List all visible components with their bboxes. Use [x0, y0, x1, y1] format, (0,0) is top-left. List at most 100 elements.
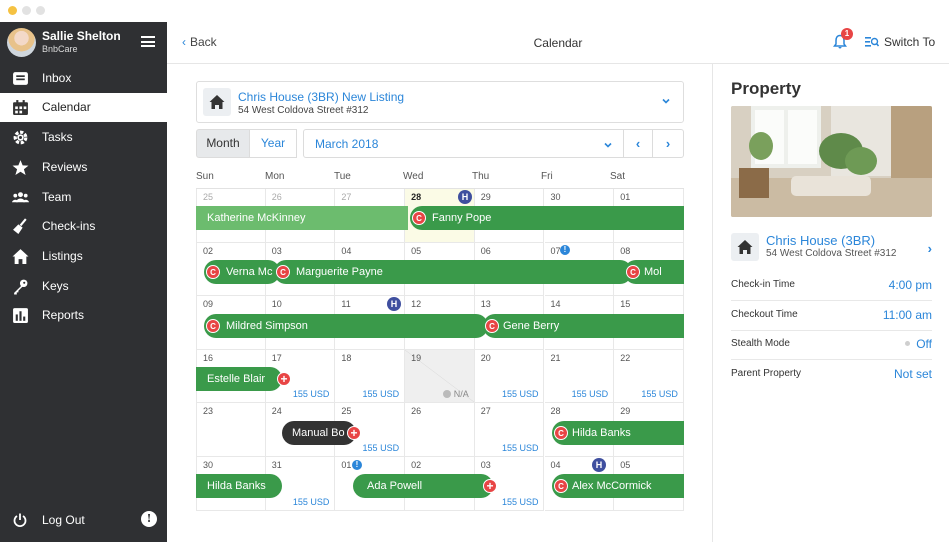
- day-number: 06: [480, 245, 491, 256]
- add-booking-button[interactable]: +: [277, 372, 291, 386]
- stealth-mode-row[interactable]: Stealth Mode Off: [731, 330, 932, 360]
- day-number: 21: [550, 352, 561, 363]
- calendar-main: Chris House (3BR) New Listing 54 West Co…: [167, 64, 713, 542]
- day-number: 03: [480, 460, 491, 470]
- day-number: 08: [620, 245, 631, 256]
- guest-name: Ada Powell: [367, 480, 423, 492]
- info-icon[interactable]: !: [352, 460, 362, 470]
- day-price: 155 USD: [292, 389, 330, 400]
- sidebar-item-listings[interactable]: Listings: [0, 242, 167, 271]
- row-value[interactable]: 4:00 pm: [889, 278, 932, 292]
- checkin-badge: C: [485, 319, 499, 333]
- sidebar-item-label: Keys: [42, 279, 69, 293]
- day-cell[interactable]: 20 155 USD: [474, 349, 545, 404]
- day-cell[interactable]: 23: [196, 403, 266, 457]
- checkin-badge: C: [206, 319, 220, 333]
- menu-icon[interactable]: [141, 36, 155, 47]
- sidebar-item-check-ins[interactable]: Check-ins: [0, 212, 167, 241]
- booking-bar[interactable]: C Alex McCormick: [552, 474, 684, 498]
- user-org: BnbCare: [42, 44, 78, 54]
- key-icon: [14, 279, 28, 295]
- guest-name: Manual Bo: [292, 427, 345, 439]
- booking-bar[interactable]: Hilda Banks: [196, 474, 282, 498]
- property-photo: [731, 106, 932, 217]
- host-badge[interactable]: H: [458, 190, 472, 204]
- broom-icon: [13, 218, 27, 234]
- month-view-button[interactable]: Month: [196, 129, 250, 158]
- booking-bar[interactable]: C Gene Berry: [483, 314, 684, 338]
- booking-bar[interactable]: Estelle Blair: [196, 367, 282, 391]
- sidebar-item-team[interactable]: Team: [0, 183, 167, 212]
- day-number: 26: [271, 192, 282, 202]
- day-number: 12: [411, 299, 422, 310]
- booking-bar[interactable]: C Mol: [624, 260, 684, 284]
- day-cell[interactable]: 27 155 USD: [474, 403, 545, 457]
- day-cell[interactable]: 18 155 USD: [335, 349, 406, 404]
- booking-bar[interactable]: C Hilda Banks: [552, 421, 684, 445]
- logout-button[interactable]: Log Out !: [0, 506, 167, 534]
- weekday-label: Sun: [196, 171, 214, 182]
- user-profile[interactable]: Sallie Shelton BnbCare: [0, 22, 167, 64]
- checkin-time-row[interactable]: Check-in Time 4:00 pm: [731, 271, 932, 301]
- booking-bar-manual[interactable]: Manual Bo: [282, 421, 356, 445]
- host-badge[interactable]: H: [387, 297, 401, 311]
- checkin-badge: C: [412, 211, 426, 225]
- sidebar-item-reviews[interactable]: Reviews: [0, 153, 167, 182]
- guest-name: Katherine McKinney: [207, 212, 306, 224]
- day-cell[interactable]: 26: [405, 403, 475, 457]
- sidebar-item-inbox[interactable]: Inbox: [0, 64, 167, 93]
- switch-label: Switch To: [884, 35, 936, 49]
- row-value[interactable]: Not set: [894, 367, 932, 381]
- sidebar-item-label: Inbox: [42, 71, 72, 85]
- sidebar-item-label: Listings: [42, 249, 83, 263]
- booking-bar[interactable]: Katherine McKinney: [196, 206, 408, 230]
- guest-name: Mol: [644, 266, 662, 278]
- host-badge[interactable]: H: [592, 458, 606, 472]
- booking-bar[interactable]: C Mildred Simpson: [204, 314, 488, 338]
- window-minimize-dot[interactable]: [8, 6, 17, 15]
- add-booking-button[interactable]: +: [483, 479, 497, 493]
- sidebar-item-tasks[interactable]: Tasks: [0, 123, 167, 152]
- day-number: 25: [341, 406, 352, 417]
- booking-bar[interactable]: C Marguerite Payne: [274, 260, 632, 284]
- booking-bar[interactable]: C Verna Mc: [204, 260, 280, 284]
- stealth-mode-toggle[interactable]: Off: [905, 337, 932, 351]
- guest-name: Mildred Simpson: [226, 320, 308, 332]
- info-icon[interactable]: !: [560, 245, 570, 255]
- property-link[interactable]: Chris House (3BR) 54 West Coldova Street…: [731, 229, 932, 267]
- sidebar-item-label: Reports: [42, 308, 85, 322]
- checkout-time-row[interactable]: Checkout Time 11:00 am: [731, 301, 932, 331]
- next-month-button[interactable]: ›: [652, 129, 684, 158]
- day-number: 28: [411, 192, 422, 202]
- sidebar-item-label: Reviews: [42, 160, 88, 174]
- row-value[interactable]: 11:00 am: [883, 308, 932, 322]
- switch-icon: [865, 37, 879, 47]
- sidebar-item-calendar[interactable]: Calendar: [0, 93, 167, 122]
- booking-bar[interactable]: Ada Powell: [353, 474, 493, 498]
- prev-month-button[interactable]: ‹: [623, 129, 653, 158]
- day-number: 28: [550, 406, 561, 417]
- day-price: 155 USD: [641, 389, 678, 400]
- window-dot[interactable]: [36, 6, 45, 15]
- booking-bar[interactable]: C Fanny Pope: [410, 206, 684, 230]
- unavailable-label: N/A: [442, 389, 469, 399]
- info-icon[interactable]: !: [141, 511, 157, 527]
- add-booking-button[interactable]: +: [347, 426, 361, 440]
- day-cell-unavailable[interactable]: 19 N/A: [405, 349, 475, 404]
- switch-to-button[interactable]: Switch To: [865, 35, 935, 49]
- day-cell[interactable]: 22 155 USD: [614, 349, 684, 404]
- window-dot[interactable]: [22, 6, 31, 15]
- calendar-grid: 25 26 27 28 29 30 01 02 03 04 05 06 07 0…: [196, 188, 684, 511]
- parent-property-row[interactable]: Parent Property Not set: [731, 360, 932, 390]
- year-view-button[interactable]: Year: [249, 129, 297, 158]
- chevron-right-icon: ›: [927, 241, 932, 256]
- sidebar-item-reports[interactable]: Reports: [0, 301, 167, 330]
- property-selector[interactable]: Chris House (3BR) New Listing 54 West Co…: [196, 81, 684, 123]
- notifications-button[interactable]: 1: [832, 28, 853, 52]
- month-select[interactable]: March 2018: [303, 129, 624, 158]
- guest-name: Hilda Banks: [572, 427, 631, 439]
- sidebar-item-keys[interactable]: Keys: [0, 272, 167, 301]
- day-cell[interactable]: 21 155 USD: [544, 349, 615, 404]
- day-number: 09: [203, 299, 214, 310]
- guest-name: Alex McCormick: [572, 480, 652, 492]
